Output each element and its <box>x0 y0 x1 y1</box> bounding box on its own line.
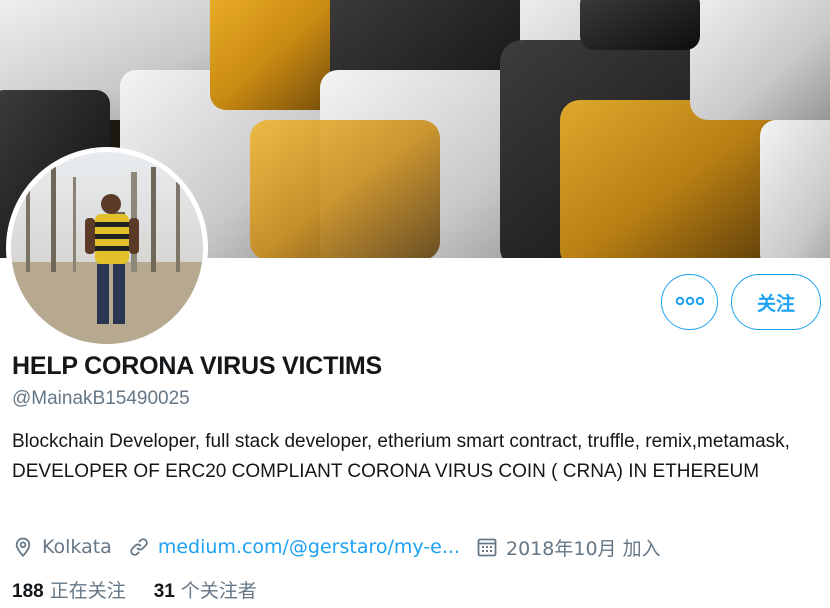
ellipsis-icon <box>675 293 704 311</box>
user-handle: @MainakB15490025 <box>12 388 190 409</box>
following-stat-link[interactable]: 188 正在关注 <box>12 576 126 603</box>
profile-avatar[interactable] <box>6 147 208 349</box>
more-options-button[interactable] <box>661 274 718 330</box>
profile-bio: Blockchain Developer, full stack develop… <box>12 431 790 482</box>
followers-stat-link[interactable]: 31 个关注者 <box>154 576 257 603</box>
followers-count: 31 <box>153 580 175 602</box>
website-link[interactable]: medium.com/@gerstaro/my-e... <box>158 536 460 558</box>
joined-item: 2018年10月 加入 <box>476 534 661 561</box>
profile-meta: Kolkata medium.com/@gerstaro/my-e... 201… <box>12 532 677 562</box>
follow-button[interactable]: 关注 <box>731 274 821 330</box>
location-item: Kolkata <box>12 536 112 558</box>
website-item: medium.com/@gerstaro/my-e... <box>128 536 460 558</box>
joined-date-text: 2018年10月 加入 <box>506 537 661 560</box>
location-pin-icon <box>12 536 34 558</box>
display-name: HELP CORONA VIRUS VICTIMS <box>12 352 383 380</box>
calendar-icon <box>476 536 498 558</box>
link-icon <box>128 536 150 558</box>
followers-label: 个关注者 <box>180 579 257 602</box>
following-count: 188 <box>12 580 44 602</box>
following-label: 正在关注 <box>49 579 126 602</box>
location-text: Kolkata <box>42 536 112 558</box>
avatar-photo <box>11 152 203 344</box>
profile-stats: 188 正在关注 31 个关注者 <box>12 574 285 604</box>
